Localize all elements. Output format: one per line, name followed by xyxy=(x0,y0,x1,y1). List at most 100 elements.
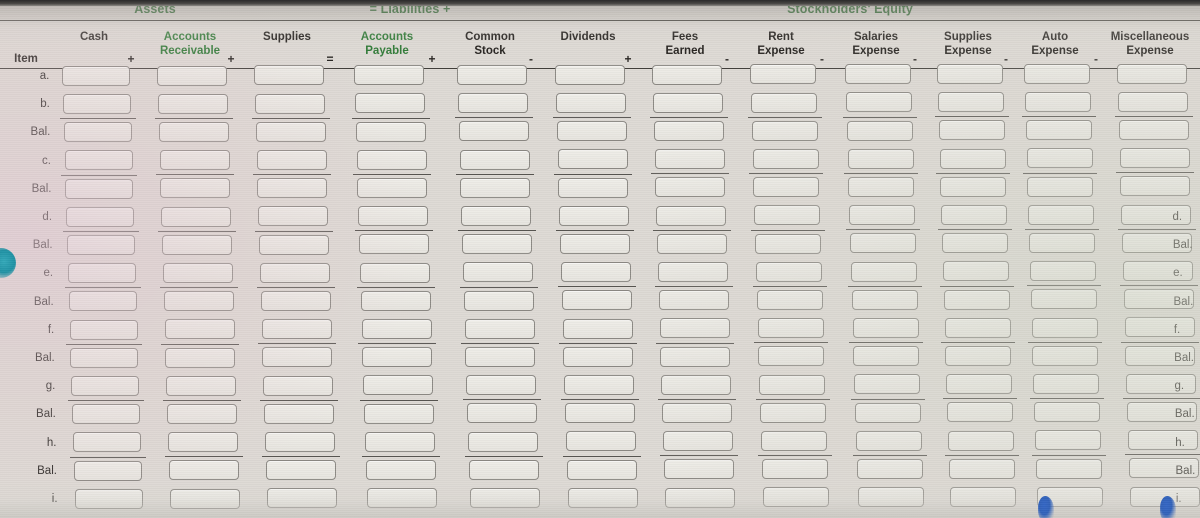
cell-input-supplies_expense[interactable] xyxy=(939,148,1006,169)
cell-input-accounts_payable[interactable] xyxy=(357,178,428,199)
cell-input-salaries_expense[interactable] xyxy=(846,120,913,141)
cell-input-accounts_receivable[interactable] xyxy=(156,65,227,86)
cell-input-accounts_receivable[interactable] xyxy=(165,347,236,368)
cell-input-cash[interactable] xyxy=(73,460,142,481)
cell-input-fees_earned[interactable] xyxy=(655,177,726,198)
cell-input-cash[interactable] xyxy=(62,94,131,115)
cell-input-cash[interactable] xyxy=(71,376,140,397)
cell-input-cash[interactable] xyxy=(67,263,136,284)
cell-input-common_stock[interactable] xyxy=(467,431,538,452)
cell-input-rent_expense[interactable] xyxy=(754,205,821,226)
cell-input-salaries_expense[interactable] xyxy=(853,346,920,367)
cell-input-accounts_receivable[interactable] xyxy=(168,460,239,481)
cell-input-supplies[interactable] xyxy=(261,319,332,340)
cell-input-fees_earned[interactable] xyxy=(656,205,727,226)
cell-input-supplies[interactable] xyxy=(258,206,329,227)
cell-input-accounts_payable[interactable] xyxy=(355,121,426,142)
cell-input-auto_expense[interactable] xyxy=(1026,148,1093,169)
cell-input-auto_expense[interactable] xyxy=(1024,91,1091,112)
cell-input-rent_expense[interactable] xyxy=(756,289,823,310)
cell-input-fees_earned[interactable] xyxy=(657,233,728,254)
cell-input-common_stock[interactable] xyxy=(458,121,529,142)
cell-input-dividends[interactable] xyxy=(567,487,638,508)
cell-input-supplies[interactable] xyxy=(264,403,335,424)
cell-input-accounts_payable[interactable] xyxy=(354,93,425,114)
cell-input-rent_expense[interactable] xyxy=(760,402,827,423)
cell-input-supplies[interactable] xyxy=(253,65,324,86)
cell-input-dividends[interactable] xyxy=(555,92,626,113)
cell-input-auto_expense[interactable] xyxy=(1029,261,1096,282)
cell-input-cash[interactable] xyxy=(74,488,143,509)
cell-input-accounts_payable[interactable] xyxy=(359,262,430,283)
cell-input-supplies[interactable] xyxy=(257,178,328,199)
cell-input-auto_expense[interactable] xyxy=(1031,317,1098,338)
cell-input-cash[interactable] xyxy=(67,235,136,256)
cell-input-fees_earned[interactable] xyxy=(652,92,723,113)
cell-input-rent_expense[interactable] xyxy=(760,430,827,451)
cell-input-dividends[interactable] xyxy=(566,459,637,480)
cell-input-dividends[interactable] xyxy=(561,290,632,311)
cell-input-auto_expense[interactable] xyxy=(1033,373,1100,394)
cell-input-supplies_expense[interactable] xyxy=(938,120,1005,141)
cell-input-supplies_expense[interactable] xyxy=(936,63,1003,84)
cell-input-rent_expense[interactable] xyxy=(758,346,825,367)
cell-input-dividends[interactable] xyxy=(557,149,628,170)
cell-input-supplies_expense[interactable] xyxy=(944,317,1011,338)
cell-input-dividends[interactable] xyxy=(562,318,633,339)
cell-input-accounts_receivable[interactable] xyxy=(163,291,234,312)
cell-input-common_stock[interactable] xyxy=(469,487,540,508)
cell-input-fees_earned[interactable] xyxy=(662,431,733,452)
cell-input-cash[interactable] xyxy=(66,206,135,227)
cell-input-accounts_receivable[interactable] xyxy=(167,432,238,453)
cell-input-salaries_expense[interactable] xyxy=(856,458,923,479)
cell-input-common_stock[interactable] xyxy=(462,262,533,283)
cell-input-supplies[interactable] xyxy=(262,347,333,368)
cell-input-rent_expense[interactable] xyxy=(759,374,826,395)
cell-input-common_stock[interactable] xyxy=(464,318,535,339)
cell-input-accounts_receivable[interactable] xyxy=(167,404,238,425)
cell-input-auto_expense[interactable] xyxy=(1029,232,1096,253)
cell-input-salaries_expense[interactable] xyxy=(852,317,919,338)
cell-input-supplies_expense[interactable] xyxy=(937,92,1004,113)
cell-input-auto_expense[interactable] xyxy=(1023,63,1090,84)
cell-input-supplies_expense[interactable] xyxy=(947,402,1014,423)
cell-input-auto_expense[interactable] xyxy=(1027,176,1094,197)
cell-input-common_stock[interactable] xyxy=(461,205,532,226)
cell-input-rent_expense[interactable] xyxy=(752,148,819,169)
cell-input-supplies_expense[interactable] xyxy=(946,374,1013,395)
cell-input-dividends[interactable] xyxy=(560,262,631,283)
cell-input-cash[interactable] xyxy=(68,291,137,312)
cell-input-common_stock[interactable] xyxy=(468,459,539,480)
cell-input-dividends[interactable] xyxy=(564,374,635,395)
cell-input-supplies[interactable] xyxy=(254,93,325,114)
cell-input-supplies[interactable] xyxy=(260,291,331,312)
cell-input-cash[interactable] xyxy=(61,65,130,86)
cell-input-accounts_receivable[interactable] xyxy=(164,319,235,340)
cell-input-supplies_expense[interactable] xyxy=(943,289,1010,310)
cell-input-auto_expense[interactable] xyxy=(1028,204,1095,225)
cell-input-cash[interactable] xyxy=(72,432,141,453)
cell-input-supplies[interactable] xyxy=(266,488,337,509)
cell-input-dividends[interactable] xyxy=(563,346,634,367)
cell-input-fees_earned[interactable] xyxy=(661,374,732,395)
cell-input-fees_earned[interactable] xyxy=(662,402,733,423)
cell-input-salaries_expense[interactable] xyxy=(848,176,915,197)
cell-input-supplies_expense[interactable] xyxy=(949,486,1016,507)
cell-input-rent_expense[interactable] xyxy=(749,64,816,85)
cell-input-salaries_expense[interactable] xyxy=(844,64,911,85)
cell-input-accounts_receivable[interactable] xyxy=(158,122,229,143)
cell-input-common_stock[interactable] xyxy=(462,234,533,255)
cell-input-rent_expense[interactable] xyxy=(755,233,822,254)
cell-input-accounts_payable[interactable] xyxy=(362,347,433,368)
cell-input-cash[interactable] xyxy=(65,178,134,199)
cell-input-accounts_receivable[interactable] xyxy=(160,178,231,199)
cell-input-fees_earned[interactable] xyxy=(657,261,728,282)
cell-input-accounts_receivable[interactable] xyxy=(162,263,233,284)
cell-input-auto_expense[interactable] xyxy=(1034,430,1101,451)
cell-input-rent_expense[interactable] xyxy=(750,92,817,113)
cell-input-dividends[interactable] xyxy=(556,121,627,142)
cell-input-supplies_expense[interactable] xyxy=(940,176,1007,197)
cell-input-rent_expense[interactable] xyxy=(753,177,820,198)
cell-input-accounts_receivable[interactable] xyxy=(159,150,230,171)
cell-input-auto_expense[interactable] xyxy=(1034,402,1101,423)
